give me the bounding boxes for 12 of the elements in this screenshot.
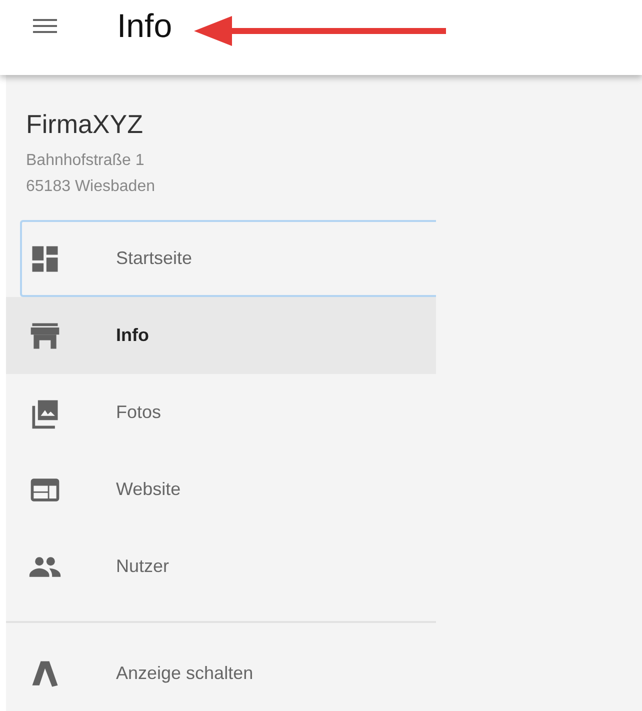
address-line: Bahnhofstraße 1	[26, 151, 146, 171]
menu-button[interactable]	[33, 18, 57, 32]
nav-item[interactable]: Fotos	[6, 374, 436, 451]
nav-item[interactable]: Startseite	[20, 220, 436, 297]
menu-icon	[33, 18, 57, 32]
page-title: Info	[117, 6, 172, 44]
address-line: 65183 Wiesbaden	[26, 177, 156, 197]
nav-item[interactable]: Nutzer	[6, 528, 436, 605]
business-name: FirmaXYZ	[26, 109, 144, 140]
nav-item[interactable]: Website	[6, 451, 436, 528]
nav-item[interactable]: Anzeige schalten	[6, 635, 436, 711]
nav-item[interactable]: Info	[6, 297, 436, 374]
